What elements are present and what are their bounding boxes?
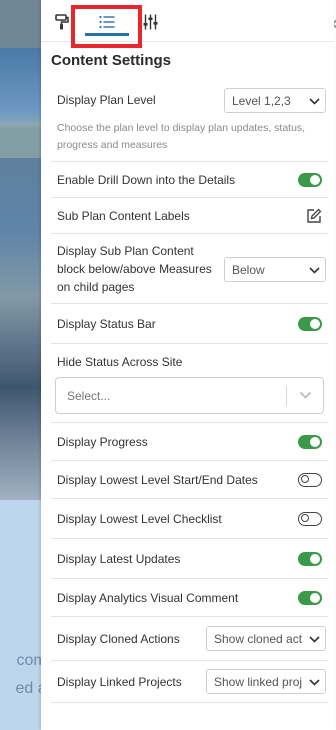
sub-plan-content-block-value: Below xyxy=(232,262,265,277)
display-progress-toggle[interactable] xyxy=(298,434,322,449)
display-lowest-level-dates-label: Display Lowest Level Start/End Dates xyxy=(57,472,258,487)
chevron-down-icon xyxy=(308,674,320,690)
edit-icon[interactable] xyxy=(306,208,322,224)
hide-status-across-site-select[interactable]: Select... xyxy=(55,377,324,414)
display-analytics-visual-comment-toggle[interactable] xyxy=(298,590,322,605)
select-separator xyxy=(286,386,287,406)
display-plan-level-label: Display Plan Level xyxy=(57,93,156,107)
tab-style[interactable] xyxy=(53,10,71,34)
panel-title: Content Settings xyxy=(51,52,171,69)
chevron-down-icon xyxy=(308,262,320,278)
display-linked-projects-select[interactable]: Show linked proj xyxy=(206,669,326,694)
display-cloned-actions-label: Display Cloned Actions xyxy=(57,631,180,646)
display-linked-projects-value: Show linked proj xyxy=(214,674,303,689)
chevron-down-icon xyxy=(308,631,320,647)
setting-display-linked-projects: Display Linked Projects Show linked proj xyxy=(51,661,328,703)
display-linked-projects-label: Display Linked Projects xyxy=(57,674,182,689)
sub-plan-content-block-label-line-2: block below/above Measures xyxy=(57,262,212,276)
setting-display-latest-updates: Display Latest Updates xyxy=(51,539,328,579)
setting-display-lowest-level-checklist: Display Lowest Level Checklist xyxy=(51,499,328,539)
sub-plan-content-block-select[interactable]: Below xyxy=(224,257,326,282)
display-analytics-visual-comment-label: Display Analytics Visual Comment xyxy=(57,590,239,605)
setting-display-analytics-visual-comment: Display Analytics Visual Comment xyxy=(51,579,328,617)
list-icon xyxy=(99,15,115,29)
tab-settings[interactable] xyxy=(141,10,159,34)
enable-drill-down-label: Enable Drill Down into the Details xyxy=(57,172,236,187)
setting-display-lowest-level-dates: Display Lowest Level Start/End Dates xyxy=(51,461,328,499)
sub-plan-content-block-label-line-3: on child pages xyxy=(57,280,135,294)
chevron-down-icon xyxy=(308,93,320,109)
setting-display-cloned-actions: Display Cloned Actions Show cloned act xyxy=(51,617,328,661)
display-latest-updates-label: Display Latest Updates xyxy=(57,551,181,566)
chevron-down-icon xyxy=(299,389,312,403)
sub-plan-content-labels-label: Sub Plan Content Labels xyxy=(57,208,190,223)
display-latest-updates-toggle[interactable] xyxy=(298,551,322,566)
display-status-bar-toggle[interactable] xyxy=(298,316,322,331)
display-lowest-level-checklist-label: Display Lowest Level Checklist xyxy=(57,511,222,526)
sliders-icon xyxy=(143,14,157,30)
setting-display-plan-level: Display Plan Level Level 1,2,3 Choose th… xyxy=(51,80,328,162)
display-lowest-level-checklist-toggle[interactable] xyxy=(298,511,322,526)
display-plan-level-help: Choose the plan level to display plan up… xyxy=(57,122,306,151)
sub-plan-content-block-label-line-1: Display Sub Plan Content xyxy=(57,244,194,258)
display-plan-level-value: Level 1,2,3 xyxy=(232,93,291,108)
setting-sub-plan-content-labels: Sub Plan Content Labels xyxy=(51,198,328,234)
setting-display-progress: Display Progress xyxy=(51,423,328,461)
display-cloned-actions-value: Show cloned act xyxy=(214,631,303,646)
setting-sub-plan-content-block: Display Sub Plan Content block below/abo… xyxy=(51,234,328,304)
display-cloned-actions-select[interactable]: Show cloned act xyxy=(206,626,326,651)
display-plan-level-select[interactable]: Level 1,2,3 xyxy=(224,88,326,113)
hide-status-placeholder: Select... xyxy=(67,388,111,403)
enable-drill-down-toggle[interactable] xyxy=(298,172,322,187)
panel-tabs xyxy=(41,0,334,48)
setting-enable-drill-down: Enable Drill Down into the Details xyxy=(51,162,328,198)
display-status-bar-label: Display Status Bar xyxy=(57,316,156,331)
hide-status-across-site-label: Hide Status Across Site xyxy=(57,355,183,369)
display-lowest-level-dates-toggle[interactable] xyxy=(298,472,322,487)
tab-content[interactable] xyxy=(85,10,129,34)
active-tab-indicator xyxy=(85,33,129,36)
setting-display-status-bar: Display Status Bar xyxy=(51,304,328,344)
display-progress-label: Display Progress xyxy=(57,434,148,449)
paint-roller-icon xyxy=(55,14,69,30)
content-settings-panel: Content Settings Display Plan Level Leve… xyxy=(41,0,334,730)
